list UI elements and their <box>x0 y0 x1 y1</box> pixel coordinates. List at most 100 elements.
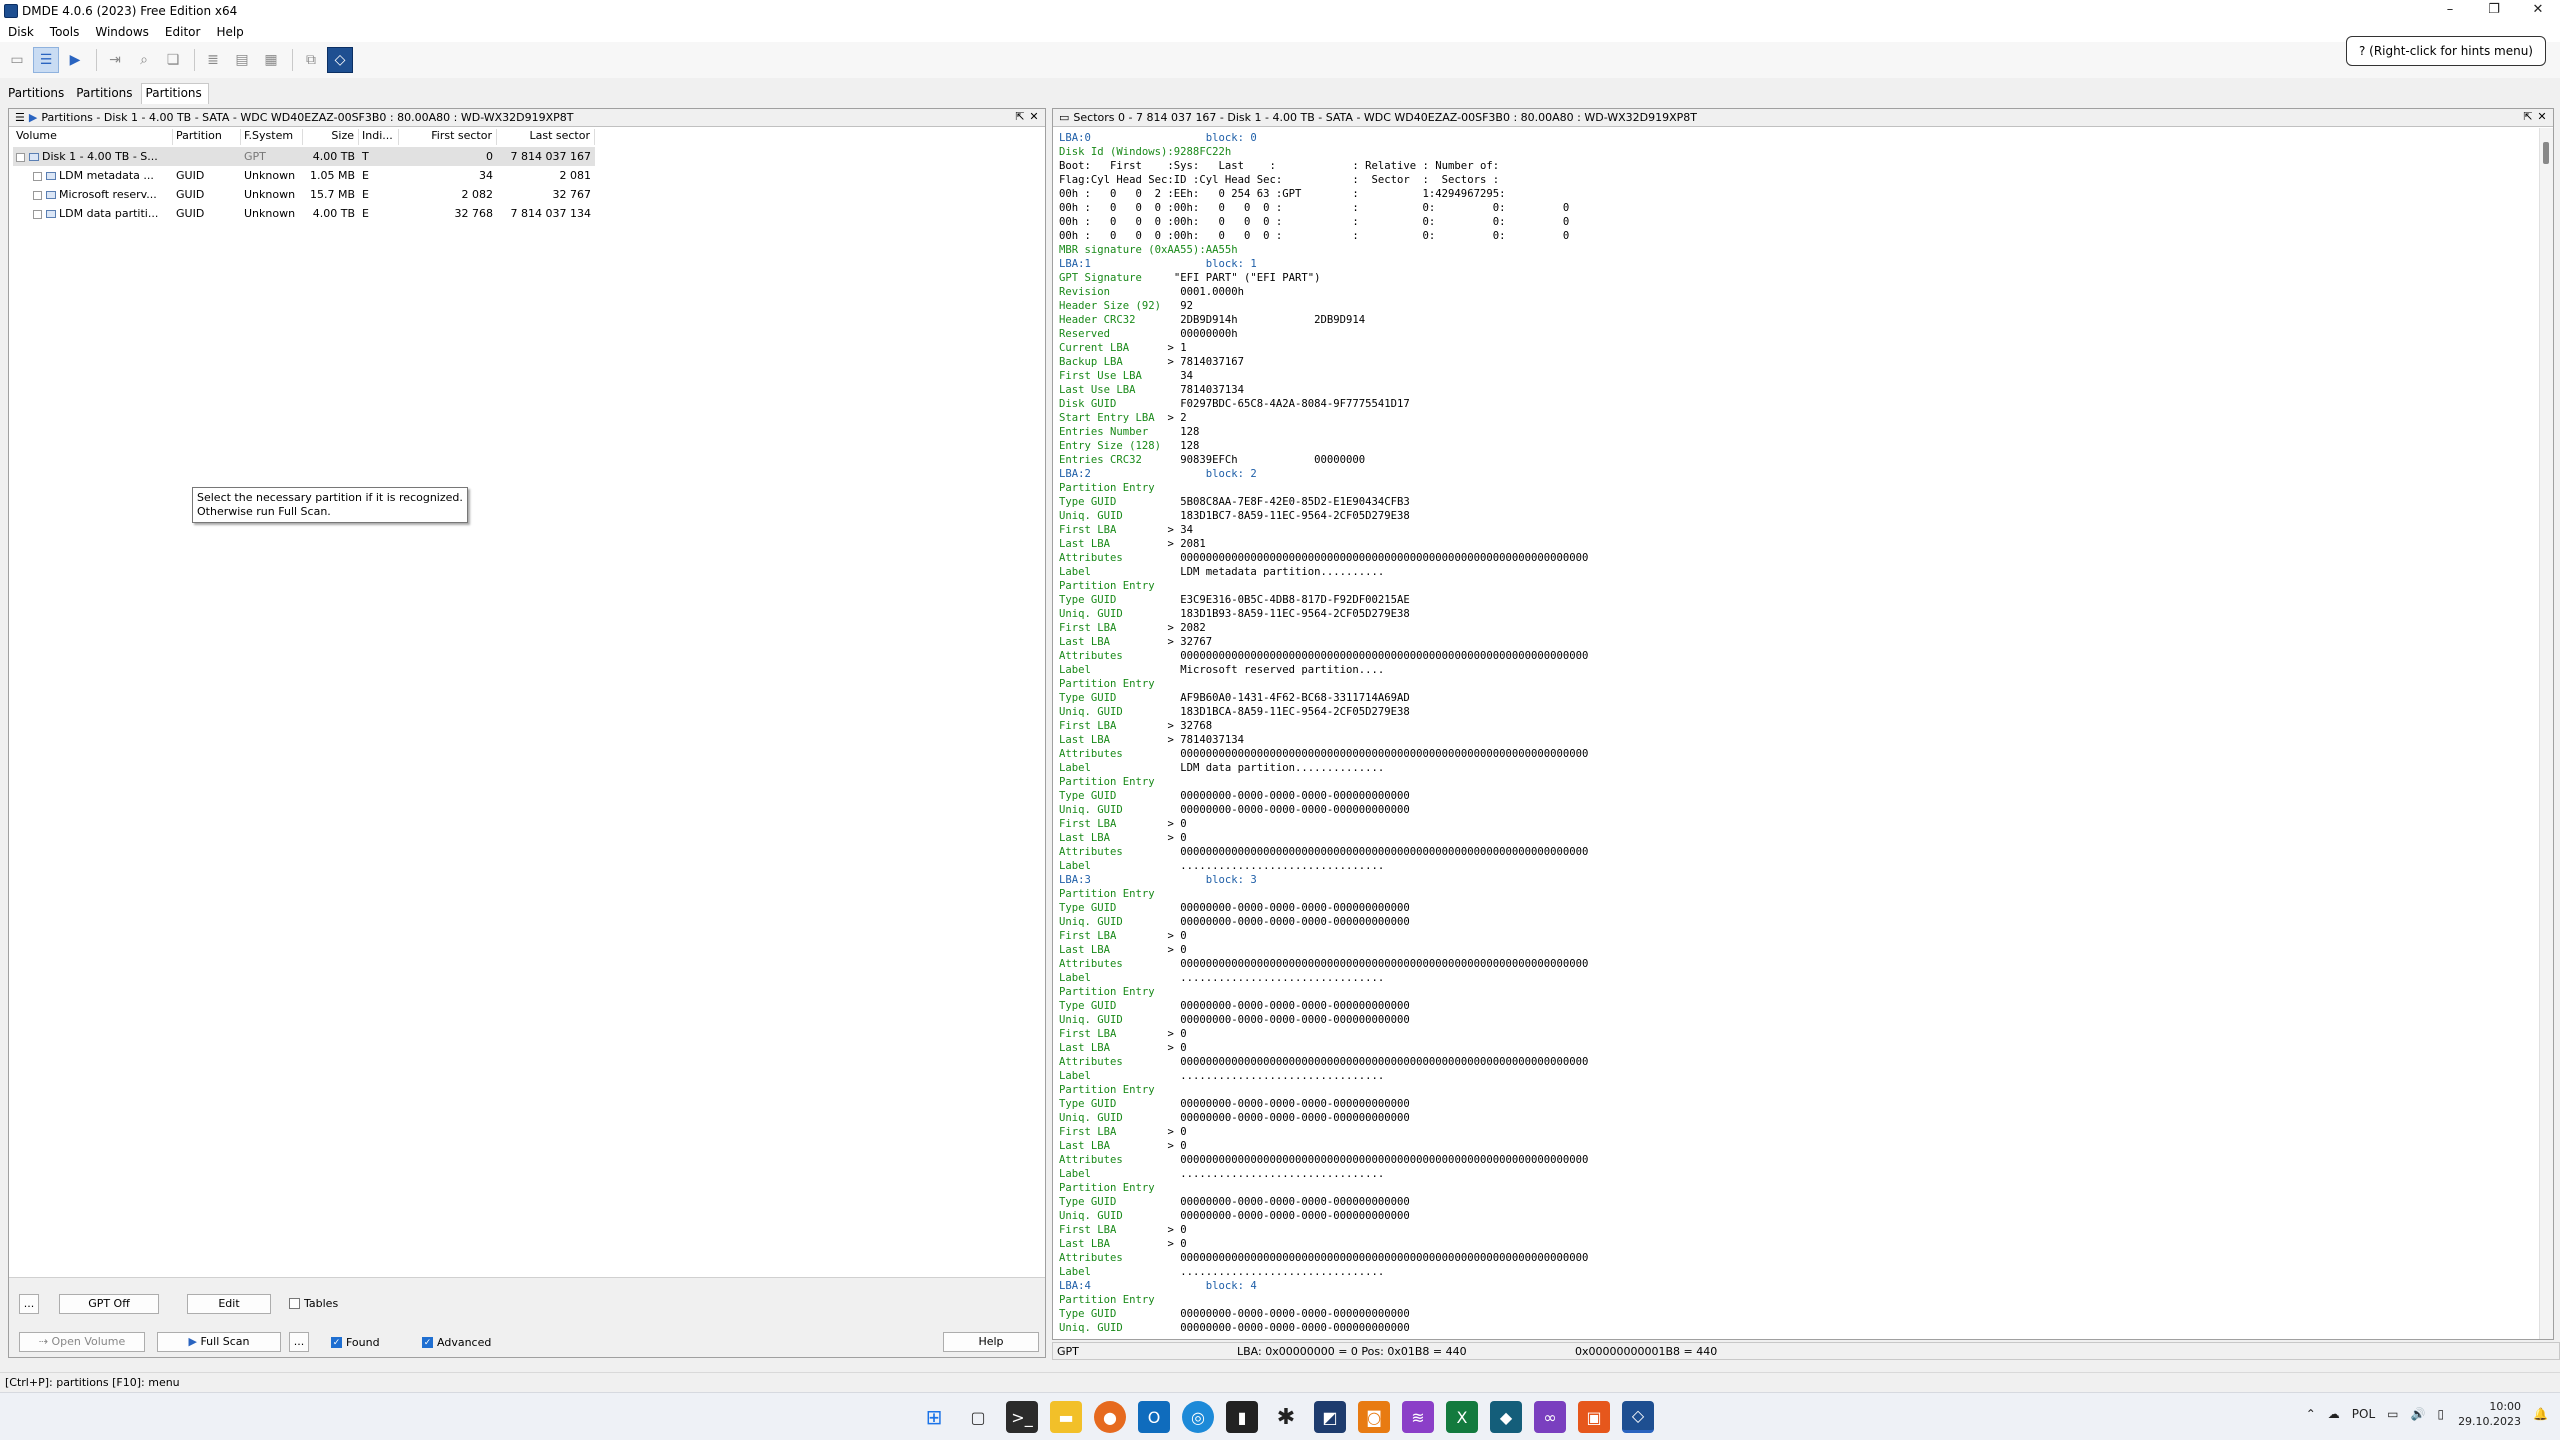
tables-checkbox-box[interactable] <box>289 1298 300 1309</box>
dmde-logo-icon[interactable]: ◇ <box>327 47 353 73</box>
app-icon[interactable]: ◎ <box>1182 1401 1214 1433</box>
sector-line: Uniq. GUID 183D1BC7-8A59-11EC-9564-2CF05… <box>1059 510 1410 522</box>
sector-view-icon: ▭ <box>1059 111 1070 124</box>
partitions-panel: ☰ ▶ Partitions - Disk 1 - 4.00 TB - SATA… <box>8 108 1046 1358</box>
terminal-icon[interactable]: >_ <box>1006 1401 1038 1433</box>
window-layout-icon[interactable]: ⧉ <box>298 47 324 73</box>
stack-icon[interactable]: ≋ <box>1402 1401 1434 1433</box>
minimize-button[interactable]: – <box>2428 0 2472 22</box>
col-partition[interactable]: Partition <box>173 129 241 145</box>
tab-partitions-1[interactable]: Partitions <box>4 84 70 104</box>
notification-bell-icon[interactable]: 🔔 <box>2533 1407 2548 1421</box>
found-checkbox[interactable]: ✓ Found <box>331 1336 380 1349</box>
menu-lines-icon[interactable]: ☰ <box>15 111 25 124</box>
col-size[interactable]: Size <box>303 129 359 145</box>
clock-date: 29.10.2023 <box>2458 1415 2522 1428</box>
template-icon[interactable]: ▦ <box>258 47 284 73</box>
table-row[interactable]: LDM metadata ... GUID Unknown 1.05 MB E … <box>13 166 595 185</box>
scan-options-button[interactable]: ... <box>289 1332 309 1352</box>
volume-icon[interactable]: 🔊 <box>2411 1407 2426 1421</box>
toolbar-separator <box>96 49 97 71</box>
gpt-off-button[interactable]: GPT Off <box>59 1294 159 1314</box>
col-volume[interactable]: Volume <box>13 129 173 145</box>
sector-line: Last LBA > 0 <box>1059 1140 1187 1152</box>
vertical-scrollbar[interactable] <box>2539 128 2553 1339</box>
col-indicators[interactable]: Indi... <box>359 129 399 145</box>
found-checkbox-box[interactable]: ✓ <box>331 1337 342 1348</box>
table-row[interactable]: LDM data partiti... GUID Unknown 4.00 TB… <box>13 204 595 223</box>
play-icon[interactable]: ▶ <box>62 47 88 73</box>
full-scan-button[interactable]: ▶ Full Scan <box>157 1332 281 1352</box>
pin-icon[interactable]: ⇱ <box>1013 110 1027 123</box>
open-volume-button[interactable]: ⇢ Open Volume <box>19 1332 145 1352</box>
go-to-icon[interactable]: ⇥ <box>102 47 128 73</box>
menu-disk[interactable]: Disk <box>0 25 42 39</box>
sector-line: Header Size (92) 92 <box>1059 300 1193 312</box>
copy-icon[interactable]: ❏ <box>160 47 186 73</box>
volume-icon <box>46 210 56 218</box>
sector-line: 00h : 0 0 0 :00h: 0 0 0 : : 0: 0: 0 <box>1059 230 1570 242</box>
row-checkbox[interactable] <box>33 209 42 219</box>
chart-app-icon[interactable]: ▮ <box>1226 1401 1258 1433</box>
chevron-up-icon[interactable]: ⌃ <box>2306 1407 2316 1421</box>
col-fsystem[interactable]: F.System <box>241 129 303 145</box>
menu-windows[interactable]: Windows <box>87 25 157 39</box>
col-last-sector[interactable]: Last sector <box>497 129 595 145</box>
row-checkbox[interactable] <box>33 171 42 181</box>
hex-mode-icon[interactable]: ▤ <box>229 47 255 73</box>
row-checkbox[interactable] <box>16 152 25 162</box>
tab-partitions-2[interactable]: Partitions <box>72 84 138 104</box>
office-icon[interactable]: ▣ <box>1578 1401 1610 1433</box>
volume-icon <box>46 172 56 180</box>
media-icon[interactable]: ◙ <box>1358 1401 1390 1433</box>
clock-time: 10:00 <box>2489 1400 2522 1413</box>
table-row[interactable]: Microsoft reserv... GUID Unknown 15.7 MB… <box>13 185 595 204</box>
task-view-icon[interactable]: ▢ <box>962 1401 994 1433</box>
excel-icon[interactable]: X <box>1446 1401 1478 1433</box>
sector-line: Uniq. GUID 00000000-0000-0000-0000-00000… <box>1059 1210 1410 1222</box>
battery-icon[interactable]: ▯ <box>2437 1407 2444 1421</box>
close-button[interactable]: ✕ <box>2516 0 2560 22</box>
hint-balloon[interactable]: ? (Right-click for hints menu) <box>2345 36 2546 66</box>
tab-partitions-3[interactable]: Partitions <box>140 83 209 104</box>
file-explorer-icon[interactable]: ▬ <box>1050 1401 1082 1433</box>
row-checkbox[interactable] <box>33 190 42 200</box>
clock[interactable]: 10:00 29.10.2023 <box>2458 1399 2521 1429</box>
outlook-icon[interactable]: O <box>1138 1401 1170 1433</box>
edit-button[interactable]: Edit <box>187 1294 271 1314</box>
help-button[interactable]: Help <box>943 1332 1039 1352</box>
more-options-button[interactable]: ... <box>19 1294 39 1314</box>
scrollbar-thumb[interactable] <box>2543 142 2549 164</box>
monitor-icon[interactable]: ▭ <box>2387 1407 2398 1421</box>
menu-tools[interactable]: Tools <box>42 25 88 39</box>
advanced-checkbox-box[interactable]: ✓ <box>422 1337 433 1348</box>
sector-line: Partition Entry <box>1059 888 1155 900</box>
panel-close-icon[interactable]: ✕ <box>2535 110 2549 123</box>
sector-text-view[interactable]: LBA:0 block: 0 Disk Id (Windows):9288FC22… <box>1059 131 1588 1335</box>
table-row[interactable]: Disk 1 - 4.00 TB - S... GPT 4.00 TB T 0 … <box>13 147 595 166</box>
pin-icon[interactable]: ⇱ <box>2521 110 2535 123</box>
dmde-taskbar-icon[interactable]: ◇ <box>1622 1401 1654 1433</box>
firefox-icon[interactable]: ● <box>1094 1401 1126 1433</box>
col-first-sector[interactable]: First sector <box>399 129 497 145</box>
restore-button[interactable]: ❐ <box>2472 0 2516 22</box>
settings-gear-icon[interactable]: ✱ <box>1270 1401 1302 1433</box>
sector-line: MBR signature (0xAA55):AA55h <box>1059 244 1238 256</box>
find-icon[interactable]: ⌕ <box>131 47 157 73</box>
tables-checkbox[interactable]: Tables <box>289 1297 338 1310</box>
drive-icon[interactable]: ▭ <box>4 47 30 73</box>
start-icon[interactable]: ⊞ <box>918 1401 950 1433</box>
partitions-table: Disk 1 - 4.00 TB - S... GPT 4.00 TB T 0 … <box>13 147 595 223</box>
partitions-list-icon[interactable]: ☰ <box>33 47 59 73</box>
panel-close-icon[interactable]: ✕ <box>1027 110 1041 123</box>
menu-help[interactable]: Help <box>208 25 251 39</box>
vpn-icon[interactable]: ◩ <box>1314 1401 1346 1433</box>
sector-line: Type GUID 00000000-0000-0000-0000-000000… <box>1059 902 1410 914</box>
cloud-icon[interactable]: ☁ <box>2328 1407 2340 1421</box>
advanced-checkbox[interactable]: ✓ Advanced <box>422 1336 491 1349</box>
visual-studio-icon[interactable]: ∞ <box>1534 1401 1566 1433</box>
language-indicator[interactable]: POL <box>2352 1407 2375 1421</box>
menu-editor[interactable]: Editor <box>157 25 209 39</box>
sql-icon[interactable]: ◆ <box>1490 1401 1522 1433</box>
text-mode-icon[interactable]: ≣ <box>200 47 226 73</box>
